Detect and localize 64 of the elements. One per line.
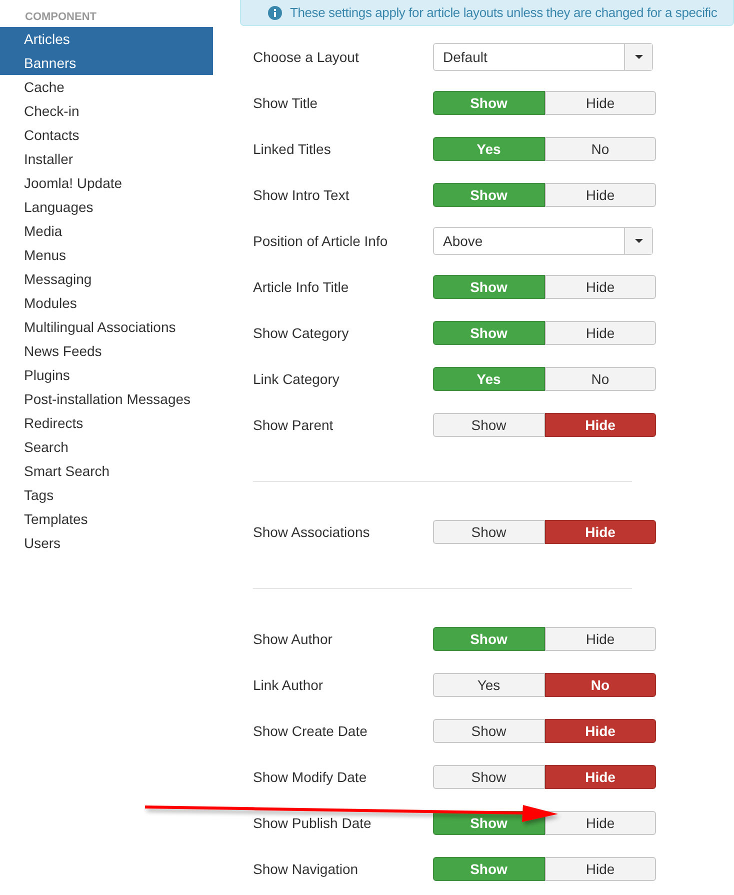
select-field[interactable]: Default: [433, 43, 653, 71]
toggle-option[interactable]: No: [544, 137, 656, 161]
sidebar-item[interactable]: Users: [0, 531, 213, 555]
field-label: Position of Article Info: [253, 232, 388, 250]
toggle-option[interactable]: No: [544, 673, 656, 697]
sidebar-item[interactable]: Tags: [0, 483, 213, 507]
toggle-option[interactable]: Show: [433, 719, 544, 743]
sidebar-item[interactable]: Multilingual Associations: [0, 315, 213, 339]
field-label: Choose a Layout: [253, 48, 359, 67]
field-label: Show Intro Text: [253, 186, 350, 204]
toggle-option[interactable]: Yes: [433, 673, 544, 697]
caret-icon: [634, 239, 642, 243]
toggle-option[interactable]: Hide: [544, 520, 656, 544]
sidebar-item[interactable]: Post-installation Messages: [0, 387, 213, 411]
sidebar-item[interactable]: Templates: [0, 507, 213, 531]
field-label: Link Category: [253, 370, 340, 389]
sidebar-item[interactable]: Banners: [0, 51, 213, 75]
toggle-option[interactable]: Hide: [544, 857, 656, 881]
sidebar-item[interactable]: Smart Search: [0, 459, 213, 483]
toggle-option[interactable]: Hide: [544, 765, 656, 789]
field-label: Show Associations: [253, 522, 370, 542]
field-label: Show Parent: [253, 416, 334, 434]
sidebar-item[interactable]: Media: [0, 219, 213, 243]
sidebar-item[interactable]: Articles: [0, 27, 213, 51]
sidebar-item[interactable]: Messaging: [0, 267, 213, 291]
sidebar-item[interactable]: Menus: [0, 243, 213, 267]
toggle-option[interactable]: Hide: [544, 183, 656, 207]
sidebar-item[interactable]: Contacts: [0, 123, 213, 147]
sidebar-item[interactable]: Search: [0, 435, 213, 459]
toggle-option[interactable]: Hide: [544, 275, 656, 299]
sidebar-item[interactable]: Check-in: [0, 99, 213, 123]
caret-icon: [634, 55, 642, 59]
toggle-option[interactable]: Show: [433, 765, 544, 789]
field-label: Show Title: [253, 94, 318, 112]
toggle-option[interactable]: Hide: [544, 91, 656, 115]
info-text: These settings apply for article layouts unless they are changed for a specific: [290, 4, 718, 22]
field-label: Show Publish Date: [253, 814, 372, 832]
toggle-option[interactable]: Hide: [544, 321, 656, 345]
sidebar-item[interactable]: Modules: [0, 291, 213, 315]
field-label: Show Author: [253, 630, 332, 648]
field-label: Link Author: [253, 676, 324, 694]
toggle-option[interactable]: Hide: [544, 627, 656, 651]
info-icon: [268, 6, 282, 20]
sidebar-item[interactable]: Joomla! Update: [0, 171, 213, 195]
sidebar-item[interactable]: News Feeds: [0, 339, 213, 363]
sidebar-item[interactable]: Redirects: [0, 411, 213, 435]
toggle-option[interactable]: Show: [433, 413, 544, 437]
field-label: Article Info Title: [253, 278, 349, 296]
toggle-option[interactable]: No: [544, 367, 656, 391]
sidebar-item[interactable]: Plugins: [0, 363, 213, 387]
toggle-option[interactable]: Hide: [544, 413, 656, 437]
toggle-option[interactable]: Hide: [544, 811, 656, 835]
field-label: Show Category: [253, 324, 349, 343]
sidebar-heading: COMPONENT: [24, 10, 98, 25]
toggle-option[interactable]: Show: [433, 520, 544, 544]
field-label: Linked Titles: [253, 140, 331, 158]
sidebar-item[interactable]: Cache: [0, 75, 213, 99]
field-label: Show Navigation: [253, 860, 358, 879]
select-field[interactable]: Above: [433, 227, 653, 255]
sidebar-item[interactable]: Installer: [0, 147, 213, 171]
sidebar-item[interactable]: Languages: [0, 195, 213, 219]
field-label: Show Modify Date: [253, 768, 367, 787]
toggle-option[interactable]: Hide: [544, 719, 656, 743]
field-label: Show Create Date: [253, 722, 368, 740]
